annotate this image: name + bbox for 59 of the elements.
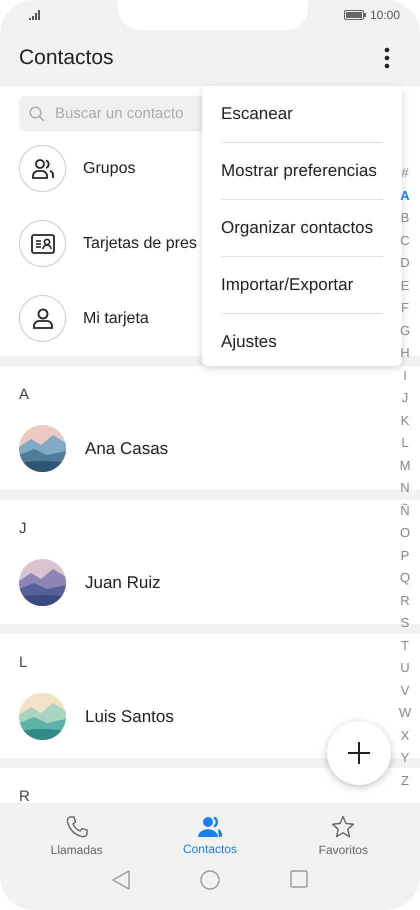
index-letter[interactable]: X [400,724,410,747]
menu-item[interactable]: Mostrar preferencias [221,161,377,181]
index-letter[interactable]: P [400,544,410,567]
signal-icon [29,10,43,20]
index-letter[interactable]: F [401,297,409,320]
menu-item[interactable]: Importar/Exportar [221,275,354,295]
people-icon [198,816,222,838]
contact-card-icon[interactable] [19,220,66,267]
index-letter[interactable]: L [401,432,409,454]
shortcut-label[interactable]: Mi tarjeta [83,310,149,328]
groups-icon[interactable] [19,145,66,192]
index-letter[interactable]: I [403,364,407,387]
index-letter[interactable]: N [400,477,410,500]
index-letter[interactable]: U [400,657,410,680]
menu-item[interactable]: Escanear [221,104,293,124]
section-letter: L [19,654,28,671]
more-options-icon[interactable] [384,47,390,69]
index-letter[interactable]: Q [400,567,410,590]
contact-name[interactable]: Luis Santos [85,706,174,726]
menu-item[interactable]: Ajustes [221,332,277,352]
phone-icon [64,814,89,838]
index-letter[interactable]: A [400,184,410,207]
index-letter[interactable]: O [400,522,410,544]
menu-item[interactable]: Organizar contactos [221,218,374,238]
shortcut-label[interactable]: Grupos [83,160,136,178]
index-letter[interactable]: J [402,387,408,410]
battery-icon [344,10,366,20]
search-icon [29,106,45,122]
tab[interactable]: Contactos [154,803,265,868]
index-letter[interactable]: # [401,162,409,184]
index-letter[interactable]: Y [400,747,410,770]
index-letter[interactable]: Z [401,770,409,792]
index-letter[interactable]: K [400,410,410,432]
section-letter: R [19,788,30,803]
index-letter[interactable]: G [400,320,410,342]
index-letter[interactable]: Ñ [400,500,410,522]
index-letter[interactable]: E [400,274,410,297]
section-letter: A [19,386,30,403]
page-title: Contactos [19,46,114,70]
tab[interactable]: Favoritos [288,803,398,868]
tab[interactable]: Llamadas [22,803,132,868]
index-letter[interactable]: V [400,680,410,702]
contact-name[interactable]: Juan Ruiz [85,572,161,592]
star-icon [331,814,356,838]
index-letter[interactable]: M [400,454,410,477]
plus-icon [348,742,370,764]
index-letter[interactable]: B [400,207,410,230]
status-time: 10:00 [370,8,400,22]
section-letter: J [19,520,26,537]
index-letter[interactable]: T [401,634,409,657]
index-letter[interactable]: R [400,590,410,612]
index-letter[interactable]: C [400,230,410,252]
index-letter[interactable]: W [398,702,412,724]
person-icon[interactable] [19,295,66,342]
index-letter[interactable]: D [400,252,410,274]
shortcut-label[interactable]: Tarjetas de pres [83,234,197,252]
contact-name[interactable]: Ana Casas [85,438,168,458]
index-letter[interactable]: H [400,342,410,364]
index-letter[interactable]: S [400,612,410,634]
